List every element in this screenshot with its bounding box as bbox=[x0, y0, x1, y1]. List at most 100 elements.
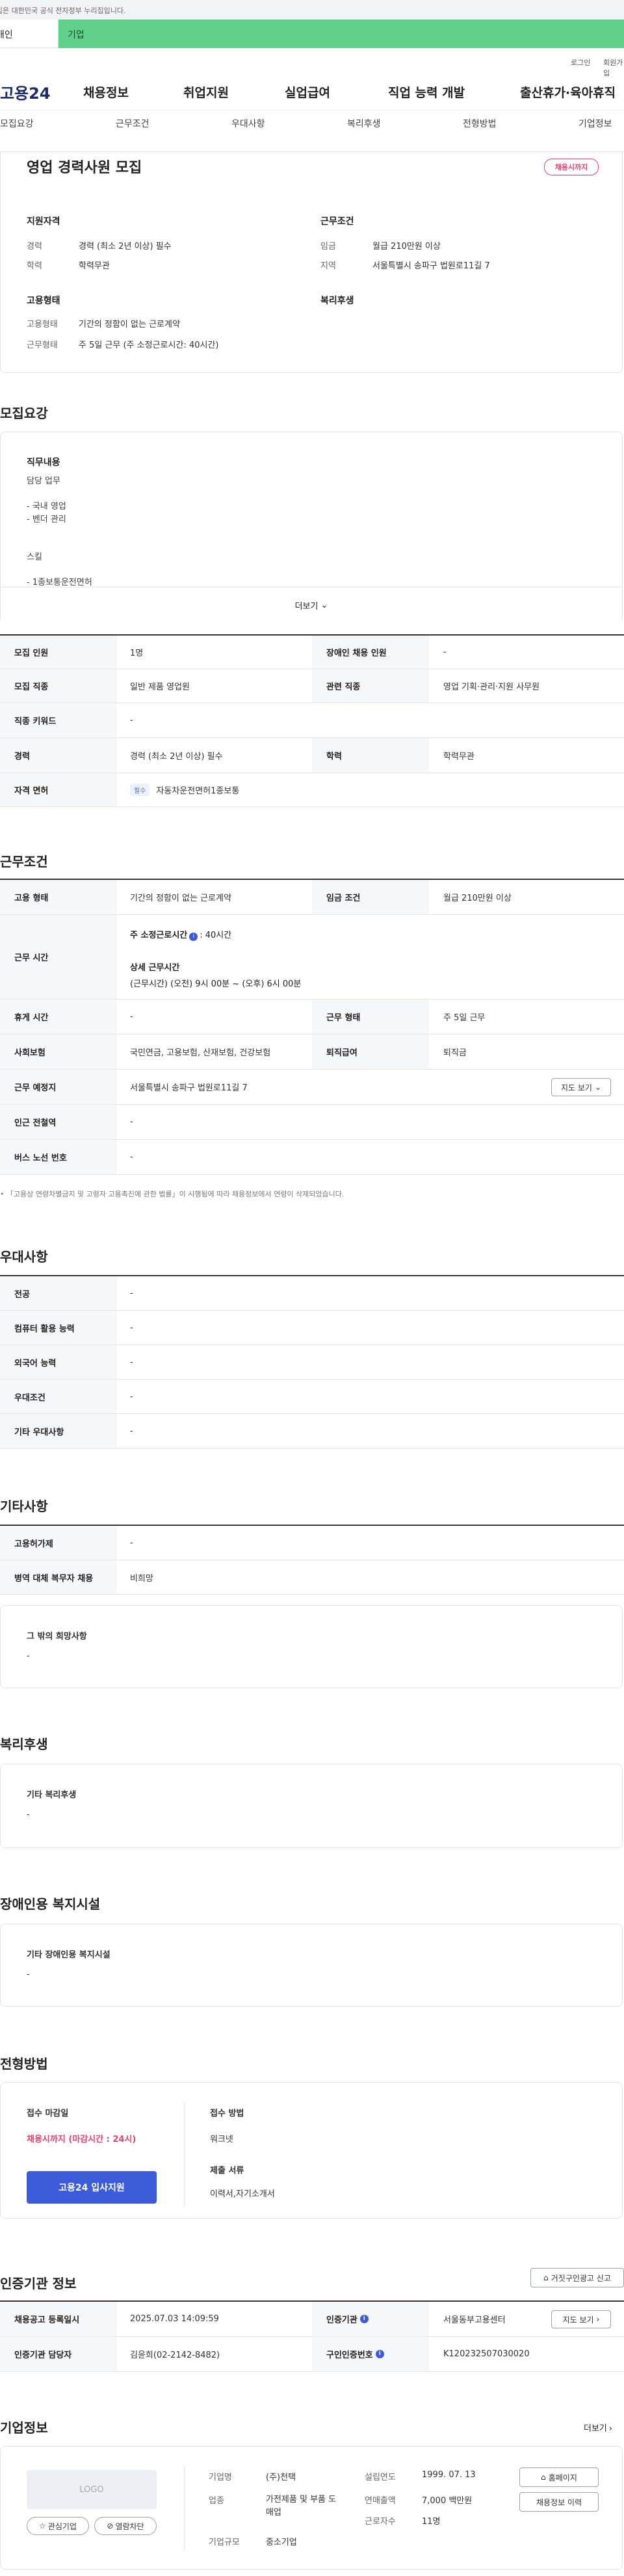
subnav-recruit[interactable]: 모집요강 bbox=[0, 117, 34, 130]
deadline-label: 접수 마감일 bbox=[27, 2109, 69, 2119]
chevron-right-icon: › bbox=[596, 2315, 600, 2324]
duty-content: 담당 업무 - 국내 영업 - 벤더 관리 스킬 - 1종보통운전면허 bbox=[27, 475, 92, 589]
table-row: 근무 예정지 서울특별시 송파구 법원로11길 7 지도 보기 ⌄ bbox=[0, 1070, 624, 1105]
company-more-link[interactable]: 더보기 › bbox=[584, 2421, 612, 2434]
table-row: 직종 키워드 - bbox=[0, 703, 624, 738]
row-header: 임금 조건 bbox=[312, 880, 429, 914]
info-icon[interactable]: i bbox=[189, 933, 198, 941]
table-row: 자격 면허 필수 자동차운전면허1종보통 bbox=[0, 773, 624, 807]
tab-company[interactable]: 기업 bbox=[58, 19, 624, 48]
fav-button[interactable]: ☆ 관심기업 bbox=[27, 2517, 89, 2535]
pref-heading: 우대사항 bbox=[0, 1249, 48, 1265]
row-value: 서울동부고용센터 bbox=[443, 2315, 506, 2325]
user-type-tabs: 개인 기업 bbox=[0, 19, 624, 48]
row-header: 관련 직종 bbox=[312, 669, 429, 702]
block-button[interactable]: ⊘ 열람차단 bbox=[94, 2517, 157, 2535]
row-header: 학력 bbox=[312, 738, 429, 773]
gnb-item-support[interactable]: 취업지원 bbox=[183, 83, 229, 101]
duty-line bbox=[27, 526, 92, 539]
info-icon[interactable]: i bbox=[375, 2350, 384, 2358]
subnav-welfare[interactable]: 복리후생 bbox=[347, 117, 381, 130]
age-note: • 「고용상 연령차별금지 및 고령자 고용촉진에 관한 법률」이 시행됨에 따… bbox=[0, 1190, 344, 1198]
row-header: 기타 우대사항 bbox=[0, 1414, 117, 1448]
row-header: 인근 전철역 bbox=[0, 1105, 117, 1139]
gov-banner: 이 누리집은 대한민국 공식 전자정부 누리집입니다. bbox=[0, 0, 624, 19]
subnav-pref[interactable]: 우대사항 bbox=[231, 117, 265, 130]
gnb-item-training[interactable]: 직업 능력 개발 bbox=[388, 83, 465, 101]
table-row: 버스 노선 번호 - bbox=[0, 1140, 624, 1175]
row-header: 구인인증번호 i bbox=[312, 2337, 429, 2371]
deadline-value: 채용시까지 (마감시간 : 24시) bbox=[27, 2135, 136, 2145]
info-icon[interactable]: i bbox=[359, 2315, 369, 2323]
subnav-work[interactable]: 근무조건 bbox=[116, 117, 150, 130]
row-value: - bbox=[130, 1152, 133, 1162]
row-header: 휴게 시간 bbox=[0, 999, 117, 1034]
tab-personal[interactable]: 개인 bbox=[0, 19, 58, 48]
hope-title: 그 밖의 희망사항 bbox=[27, 1632, 87, 1642]
row-header: 근무 예정지 bbox=[0, 1070, 117, 1104]
gnb-item-leave[interactable]: 출산휴가·육아휴직 bbox=[520, 83, 616, 101]
row-value: - bbox=[130, 1426, 133, 1436]
row-header: 직종 키워드 bbox=[0, 703, 117, 738]
history-button[interactable]: 채용정보 이력 bbox=[519, 2492, 599, 2512]
apply-button[interactable]: 고용24 입사지원 bbox=[27, 2171, 157, 2204]
agency-table: 채용공고 등록일시 2025.07.03 14:09:59 인증기관 i 서울동부… bbox=[0, 2300, 624, 2372]
table-row: 휴게 시간 - 근무 형태 주 5일 근무 bbox=[0, 999, 624, 1035]
report-button[interactable]: ⌂ 거짓구인광고 신고 bbox=[530, 2268, 624, 2287]
edu-value: 학력무관 bbox=[79, 261, 110, 271]
job-summary-card: 영업 경력사원 모집 채용시까지 지원자격 경력 경력 (최소 2년 이상) 필… bbox=[0, 152, 623, 373]
row-header: 근무 시간 bbox=[0, 915, 117, 999]
wage-label: 임금 bbox=[320, 242, 336, 251]
subnav-company[interactable]: 기업정보 bbox=[578, 117, 612, 130]
etc-table: 고용허가제 - 병역 대체 복무자 채용 비희망 bbox=[0, 1525, 624, 1595]
map-button[interactable]: 지도 보기 ⌄ bbox=[551, 1078, 611, 1096]
required-tag: 필수 bbox=[130, 784, 150, 796]
work-time-value: 주 소정근로시간 i: 40시간 상세 근무시간 (근무시간) (오전) 9시 0… bbox=[130, 928, 301, 989]
gnb-item-benefit[interactable]: 실업급여 bbox=[285, 83, 330, 101]
disab-card: 기타 장애인용 복지시설 - bbox=[0, 1924, 623, 2007]
site-logo[interactable]: 고용24 bbox=[0, 81, 51, 103]
section-nav: 모집요강 근무조건 우대사항 복리후생 전형방법 기업정보 bbox=[0, 110, 624, 152]
more-button[interactable]: 더보기 ⌄ bbox=[1, 587, 622, 623]
agency-map-button[interactable]: 지도 보기 › bbox=[551, 2310, 611, 2328]
emp-form-value: 주 5일 근무 (주 소정근로시간: 40시간) bbox=[79, 341, 219, 350]
chevron-down-icon: ⌄ bbox=[594, 1083, 602, 1092]
map-button-label: 지도 보기 bbox=[562, 2315, 594, 2325]
divider bbox=[184, 2466, 185, 2551]
detail-hours-value: (근무시간) (오전) 9시 00분 ~ (오후) 6시 00분 bbox=[130, 979, 302, 989]
row-value: - bbox=[130, 1012, 133, 1022]
row-header: 고용 형태 bbox=[0, 880, 117, 914]
table-row: 경력 경력 (최소 2년 이상) 필수 학력 학력무관 bbox=[0, 738, 624, 773]
row-header: 자격 면허 bbox=[0, 773, 117, 806]
table-row: 인증기관 담당자 김윤희(02-2142-8482) 구인인증번호 i K1202… bbox=[0, 2337, 624, 2372]
docs-label: 제출 서류 bbox=[210, 2166, 244, 2176]
wage-value: 월급 210만원 이상 bbox=[372, 242, 441, 251]
qual-title: 지원자격 bbox=[27, 216, 60, 227]
area-label: 지역 bbox=[320, 261, 336, 271]
table-row: 모집 인원 1명 장애인 채용 인원 - bbox=[0, 636, 624, 669]
method-label: 접수 방법 bbox=[210, 2109, 244, 2119]
star-icon: ☆ bbox=[39, 2521, 46, 2531]
hope-card: 그 밖의 희망사항 - bbox=[0, 1605, 623, 1688]
row-value: - bbox=[130, 1117, 133, 1127]
sales-value: 7,000 백만원 bbox=[422, 2496, 473, 2506]
duty-line bbox=[27, 539, 92, 552]
row-value: 비희망 bbox=[130, 1573, 153, 1584]
row-header: 장애인 채용 인원 bbox=[312, 636, 429, 669]
industry-label: 업종 bbox=[209, 2496, 224, 2506]
welfare-value: - bbox=[27, 1810, 30, 1820]
row-value: 1명 bbox=[130, 649, 144, 658]
subnav-select[interactable]: 전형방법 bbox=[463, 117, 497, 130]
company-card: LOGO ☆ 관심기업 ⊘ 열람차단 기업명 (주)천택 업종 가전제품 및 부품 … bbox=[0, 2446, 623, 2570]
detail-hours-label: 상세 근무시간 bbox=[130, 963, 180, 973]
welfare-card: 기타 복리후생 - bbox=[0, 1764, 623, 1848]
sales-label: 연매출액 bbox=[365, 2496, 396, 2506]
row-header: 인증기관 i bbox=[312, 2302, 429, 2336]
row-header: 채용공고 등록일시 bbox=[0, 2302, 117, 2336]
homepage-button[interactable]: ⌂ 홈페이지 bbox=[519, 2467, 599, 2487]
home-icon: ⌂ bbox=[541, 2473, 546, 2482]
row-value: - bbox=[130, 1322, 133, 1333]
gnb-item-jobs[interactable]: 채용정보 bbox=[83, 83, 129, 101]
name-value: (주)천택 bbox=[266, 2473, 296, 2482]
emp-type-label: 고용형태 bbox=[27, 320, 58, 329]
